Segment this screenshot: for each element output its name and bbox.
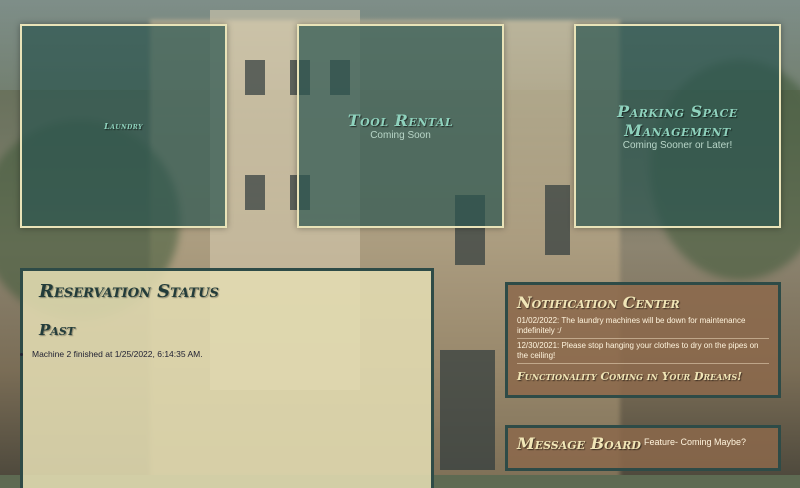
functionality-note: Functionality Coming in Your Dreams! [517, 370, 742, 383]
notification-message: 01/02/2022: The laundry machines will be… [517, 316, 769, 339]
parking-title: Parking Space Management [617, 101, 738, 140]
parking-card[interactable]: Parking Space Management Coming Sooner o… [574, 24, 781, 228]
message-board-note: Feature- Coming Maybe? [644, 437, 747, 447]
notification-center-panel: Notification Center 01/02/2022: The laun… [505, 282, 781, 398]
notification-center-heading: Notification Center [517, 293, 680, 312]
tool-rental-card[interactable]: Tool Rental Coming Soon [297, 24, 504, 228]
message-board-panel: Message Board Feature- Coming Maybe? [505, 425, 781, 471]
past-heading: Past [39, 321, 75, 339]
message-board-heading: Message Board [517, 434, 641, 453]
list-item: Machine 2 finished at 1/25/2022, 6:14:35… [32, 349, 203, 359]
past-list: Machine 2 finished at 1/25/2022, 6:14:35… [23, 349, 203, 359]
notification-message: 12/30/2021: Please stop hanging your clo… [517, 341, 769, 364]
reservation-status-panel: Reservation Status Past Machine 2 finish… [20, 268, 434, 488]
tool-rental-subtitle: Coming Soon [370, 130, 431, 141]
parking-subtitle: Coming Sooner or Later! [622, 139, 733, 151]
reservation-status-heading: Reservation Status [39, 281, 219, 302]
laundry-card[interactable]: Laundry [20, 24, 227, 228]
laundry-title: Laundry [104, 121, 143, 131]
tool-rental-title: Tool Rental [347, 111, 454, 130]
